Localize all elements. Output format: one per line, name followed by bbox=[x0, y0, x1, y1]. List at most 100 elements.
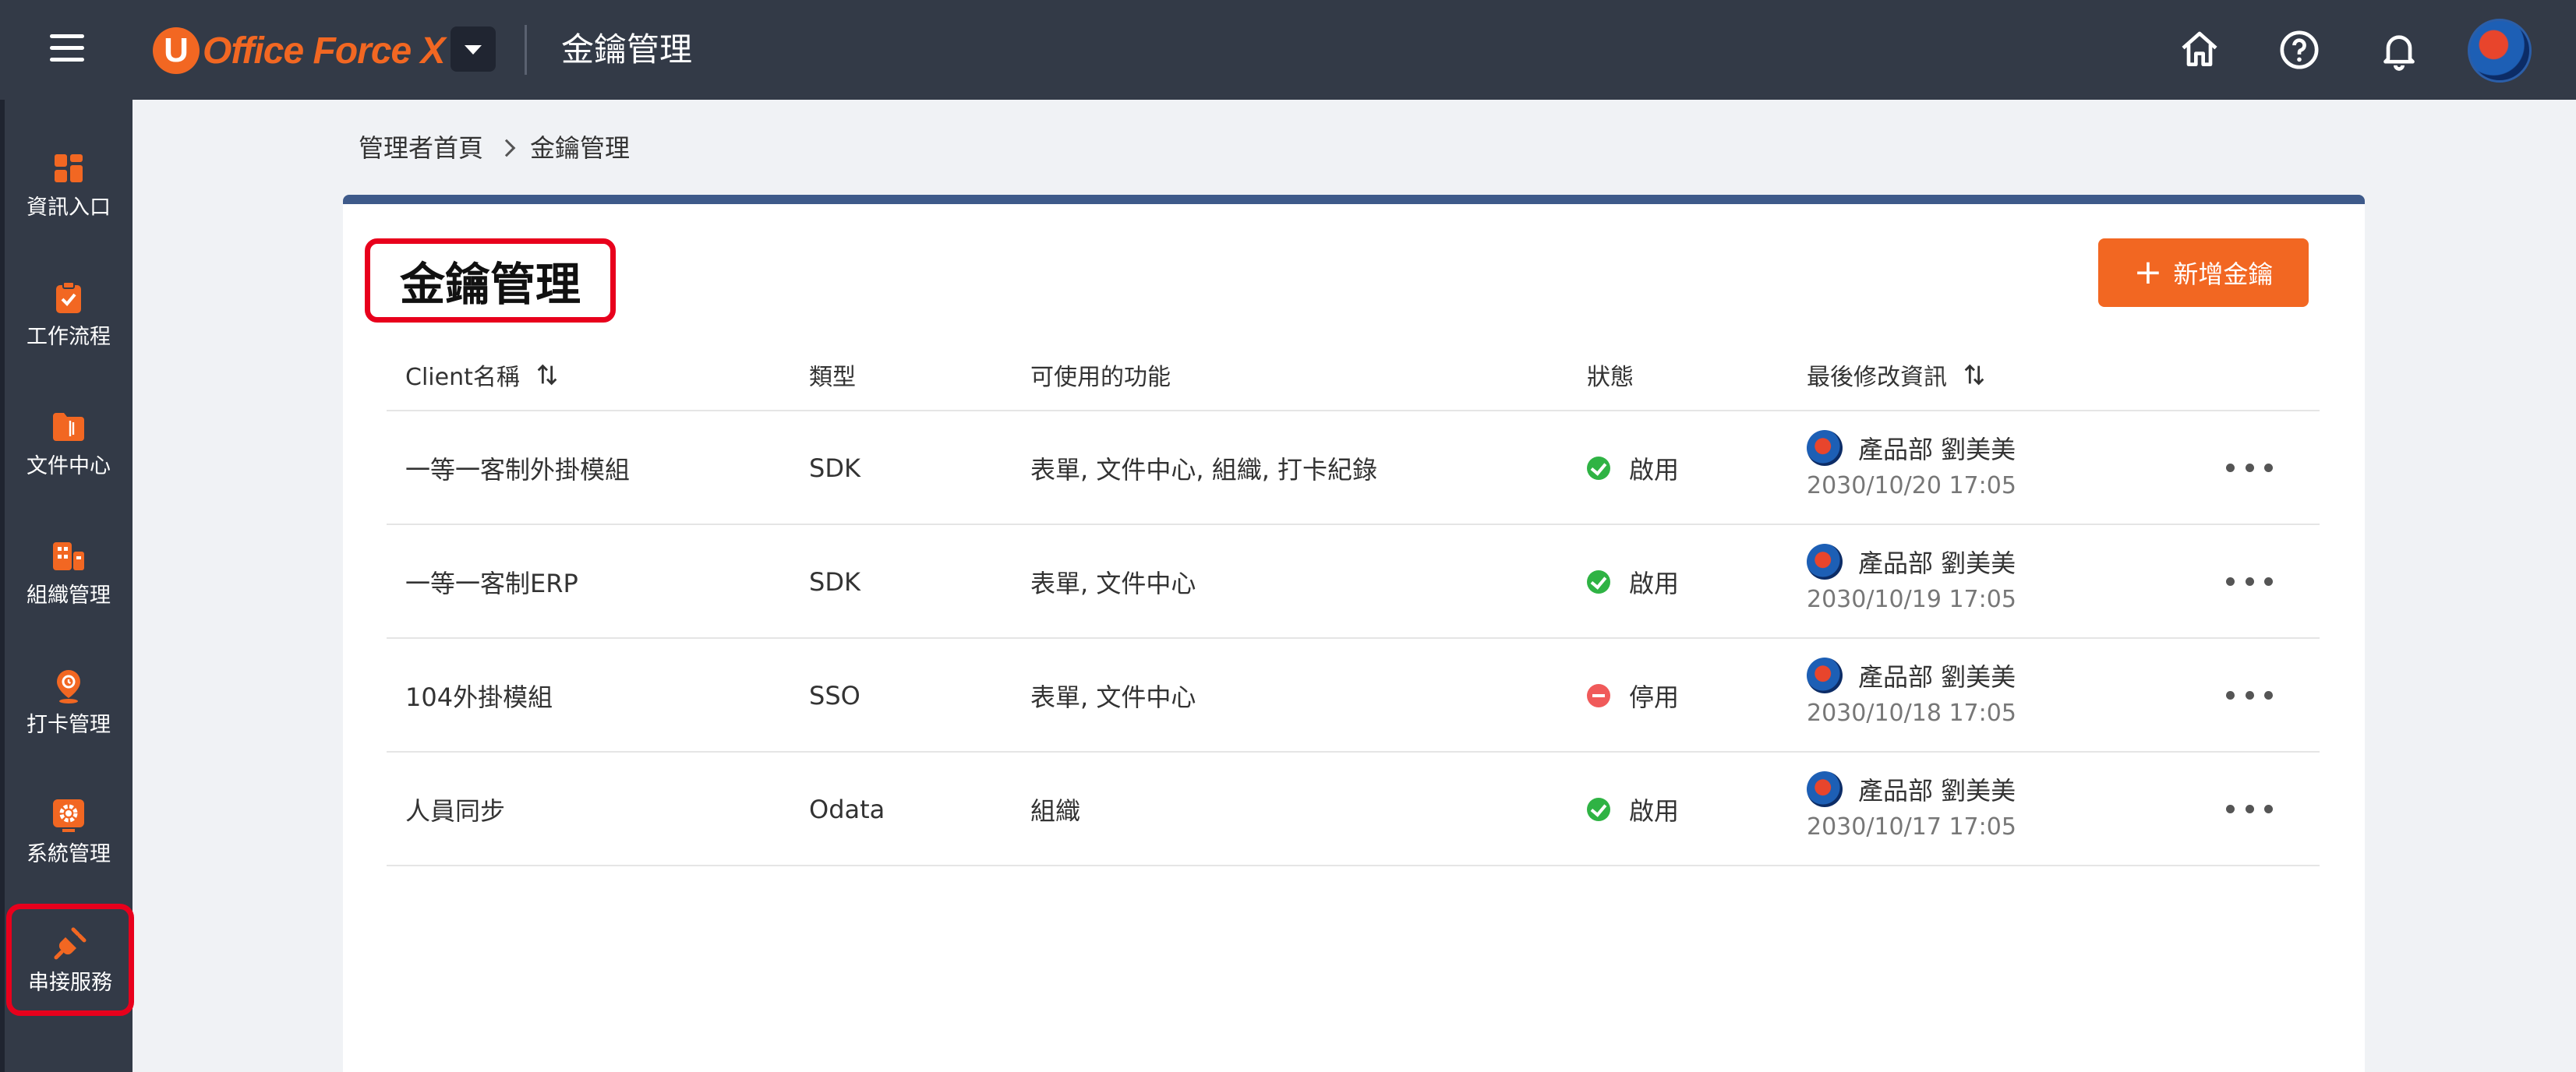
avatar bbox=[1807, 658, 1843, 693]
more-actions-icon[interactable] bbox=[2226, 450, 2273, 485]
table-row[interactable]: 一等一客制外掛模組 SDK 表單, 文件中心, 組織, 打卡紀錄 啟用 產品部 … bbox=[387, 411, 2320, 525]
sidebar-item-label: 文件中心 bbox=[27, 454, 111, 478]
avatar bbox=[1807, 544, 1843, 580]
modified-info: 產品部 劉美美 2030/10/19 17:05 bbox=[1807, 542, 2016, 613]
table-row[interactable]: 一等一客制ERP SDK 表單, 文件中心 啟用 產品部 劉美美 2030/10… bbox=[387, 525, 2320, 639]
key-table: Client名稱 類型 可使用的功能 狀態 最後修改資訊 一等一客制外掛模組 S… bbox=[387, 338, 2320, 866]
plus-icon: + bbox=[2133, 252, 2163, 292]
header-type: 類型 bbox=[809, 364, 856, 391]
client-name: 一等一客制外掛模組 bbox=[405, 455, 631, 485]
client-name: 人員同步 bbox=[405, 796, 506, 826]
sidebar-item-label: 串接服務 bbox=[28, 971, 112, 995]
status-badge: 啟用 bbox=[1629, 796, 1680, 826]
bell-icon[interactable] bbox=[2377, 28, 2421, 72]
table-header: Client名稱 類型 可使用的功能 狀態 最後修改資訊 bbox=[387, 338, 2320, 411]
check-circle-icon bbox=[1587, 570, 1610, 594]
modified-info: 產品部 劉美美 2030/10/20 17:05 bbox=[1807, 428, 2016, 499]
folder-icon bbox=[50, 408, 87, 446]
status-badge: 啟用 bbox=[1629, 455, 1680, 485]
status-cell: 停用 bbox=[1587, 639, 1679, 753]
app-logo[interactable]: U Office Force X bbox=[153, 23, 446, 78]
features: 表單, 文件中心, 組織, 打卡紀錄 bbox=[1030, 455, 1378, 485]
client-name: 一等一客制ERP bbox=[405, 569, 578, 598]
modifier-name: 產品部 劉美美 bbox=[1858, 776, 2016, 806]
header-status: 狀態 bbox=[1587, 364, 1634, 391]
sidebar-item-organization[interactable]: 組織管理 bbox=[5, 516, 133, 633]
header-modified: 最後修改資訊 bbox=[1807, 338, 1986, 411]
modified-info: 產品部 劉美美 2030/10/17 17:05 bbox=[1807, 770, 2016, 841]
modifier-name: 產品部 劉美美 bbox=[1858, 548, 2016, 578]
add-key-label: 新增金鑰 bbox=[2173, 259, 2274, 289]
table-row[interactable]: 人員同步 Odata 組織 啟用 產品部 劉美美 2030/10/17 17:0… bbox=[387, 753, 2320, 866]
check-circle-icon bbox=[1587, 798, 1610, 821]
hamburger-menu-icon[interactable] bbox=[50, 34, 87, 65]
sidebar-item-workflow[interactable]: 工作流程 bbox=[5, 257, 133, 374]
logo-text: Office Force X bbox=[203, 30, 446, 72]
features: 表單, 文件中心 bbox=[1030, 569, 1196, 598]
key-type: SDK bbox=[809, 453, 860, 483]
sidebar-item-clock-in[interactable]: 打卡管理 bbox=[5, 645, 133, 762]
modifier-name: 產品部 劉美美 bbox=[1858, 435, 2016, 464]
breadcrumb-home-link[interactable]: 管理者首頁 bbox=[359, 131, 483, 165]
table-row[interactable]: 104外掛模組 SSO 表單, 文件中心 停用 產品部 劉美美 2030/10/… bbox=[387, 639, 2320, 753]
minus-circle-icon bbox=[1587, 684, 1610, 707]
status-cell: 啟用 bbox=[1587, 411, 1679, 525]
home-icon[interactable] bbox=[2178, 28, 2221, 72]
header-modified-label: 最後修改資訊 bbox=[1807, 364, 1947, 391]
card-title: 金鑰管理 bbox=[365, 238, 616, 323]
app-switcher-dropdown[interactable] bbox=[451, 26, 496, 72]
header-features: 可使用的功能 bbox=[1030, 364, 1171, 391]
breadcrumb-current: 金鑰管理 bbox=[530, 133, 631, 163]
breadcrumb: 管理者首頁 金鑰管理 bbox=[359, 131, 630, 165]
modified-date: 2030/10/20 17:05 bbox=[1807, 472, 2016, 499]
plug-icon bbox=[51, 925, 89, 962]
modified-date: 2030/10/18 17:05 bbox=[1807, 700, 2016, 727]
features: 表單, 文件中心 bbox=[1030, 682, 1196, 712]
sidebar-item-integration[interactable]: 串接服務 bbox=[6, 904, 134, 1016]
modified-info: 產品部 劉美美 2030/10/18 17:05 bbox=[1807, 656, 2016, 727]
avatar bbox=[1807, 430, 1843, 466]
sidebar-item-system[interactable]: 系統管理 bbox=[5, 774, 133, 891]
more-actions-icon[interactable] bbox=[2226, 678, 2273, 712]
more-actions-icon[interactable] bbox=[2226, 564, 2273, 598]
more-actions-icon[interactable] bbox=[2226, 792, 2273, 826]
sidebar-item-label: 打卡管理 bbox=[27, 713, 111, 737]
sidebar-item-label: 組織管理 bbox=[27, 584, 111, 608]
client-name: 104外掛模組 bbox=[405, 682, 553, 712]
header-client-label: Client名稱 bbox=[405, 364, 520, 391]
avatar bbox=[1807, 771, 1843, 807]
page-title: 金鑰管理 bbox=[561, 30, 693, 69]
top-bar: U Office Force X 金鑰管理 bbox=[0, 0, 2576, 100]
header-client: Client名稱 bbox=[405, 338, 559, 411]
sidebar-item-label: 資訊入口 bbox=[27, 196, 111, 220]
add-key-button[interactable]: + 新增金鑰 bbox=[2098, 238, 2309, 307]
status-cell: 啟用 bbox=[1587, 753, 1679, 866]
sort-icon[interactable] bbox=[1963, 361, 1986, 388]
chevron-right-icon bbox=[497, 139, 516, 157]
key-type: Odata bbox=[809, 795, 885, 824]
check-circle-icon bbox=[1587, 457, 1610, 480]
user-avatar[interactable] bbox=[2468, 19, 2532, 83]
status-badge: 停用 bbox=[1629, 682, 1680, 712]
divider bbox=[525, 25, 527, 75]
status-cell: 啟用 bbox=[1587, 525, 1679, 639]
sidebar-item-portal[interactable]: 資訊入口 bbox=[5, 128, 133, 245]
organization-icon bbox=[50, 538, 87, 575]
sort-icon[interactable] bbox=[535, 361, 559, 388]
key-management-card: 金鑰管理 + 新增金鑰 Client名稱 類型 可使用的功能 狀態 最後修改資訊 bbox=[343, 195, 2365, 1072]
clipboard-check-icon bbox=[50, 279, 87, 316]
status-badge: 啟用 bbox=[1629, 569, 1680, 598]
logo-mark: U bbox=[153, 27, 200, 74]
sidebar-item-label: 工作流程 bbox=[27, 325, 111, 349]
key-type: SSO bbox=[809, 681, 860, 711]
dashboard-icon bbox=[50, 150, 87, 187]
sidebar-item-documents[interactable]: 文件中心 bbox=[5, 386, 133, 503]
help-icon[interactable] bbox=[2277, 28, 2321, 72]
sidebar: 資訊入口 工作流程 文件中心 組織管理 打卡管理 系統管理 串接服務 bbox=[0, 100, 134, 1072]
modified-date: 2030/10/17 17:05 bbox=[1807, 813, 2016, 841]
gear-icon bbox=[50, 796, 87, 834]
sidebar-item-label: 系統管理 bbox=[27, 842, 111, 866]
modified-date: 2030/10/19 17:05 bbox=[1807, 586, 2016, 613]
location-pin-icon bbox=[50, 667, 87, 704]
features: 組織 bbox=[1030, 796, 1081, 826]
